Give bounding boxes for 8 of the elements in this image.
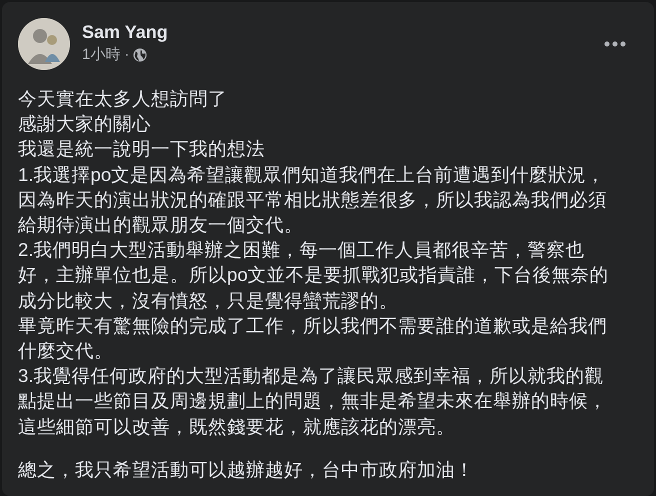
author-name[interactable]: Sam Yang [82,22,168,44]
post-paragraph: 今天實在太多人想訪問了 感謝大家的關心 我還是統一說明一下我的想法 1.我選擇po文是因為希望讓觀眾們知道我們在上台前遭遇到什麼狀況， 因為昨天的演出狀況的確跟平常相比狀態差很多，所以我認為我們必須 給期待演出的觀眾朋友一個交代。 2.我們明白大型活動舉辦之困難，每一個工作人員都很辛苦，警察也 好，主辦單位也是。所以po文並不是要抓戰犯或指責誰，下台後無奈的 成分比較大，沒有憤怒，只是覺得蠻荒謬的。 畢竟昨天有驚無險的完成了工作，所以我們不需要誰的道歉或是給我們 什麼交代。 3.我覺得任何政府的大型活動都是為了讓民眾感到幸福，所以就我的觀 點提出一些節目及周邊規劃上的問題，無非是希望未來在舉辦的時候， 這些細節可以改善，既然錢要花，就應該花的漂亮。 [18,87,610,439]
separator: · [124,44,130,65]
more-icon [604,40,626,47]
avatar[interactable] [18,18,70,70]
globe-icon [133,48,148,62]
post-time[interactable]: 1小時 [82,44,120,66]
post-paragraph: 總之，我只希望活動可以越辦越好，台中市政府加油！ [18,458,475,482]
